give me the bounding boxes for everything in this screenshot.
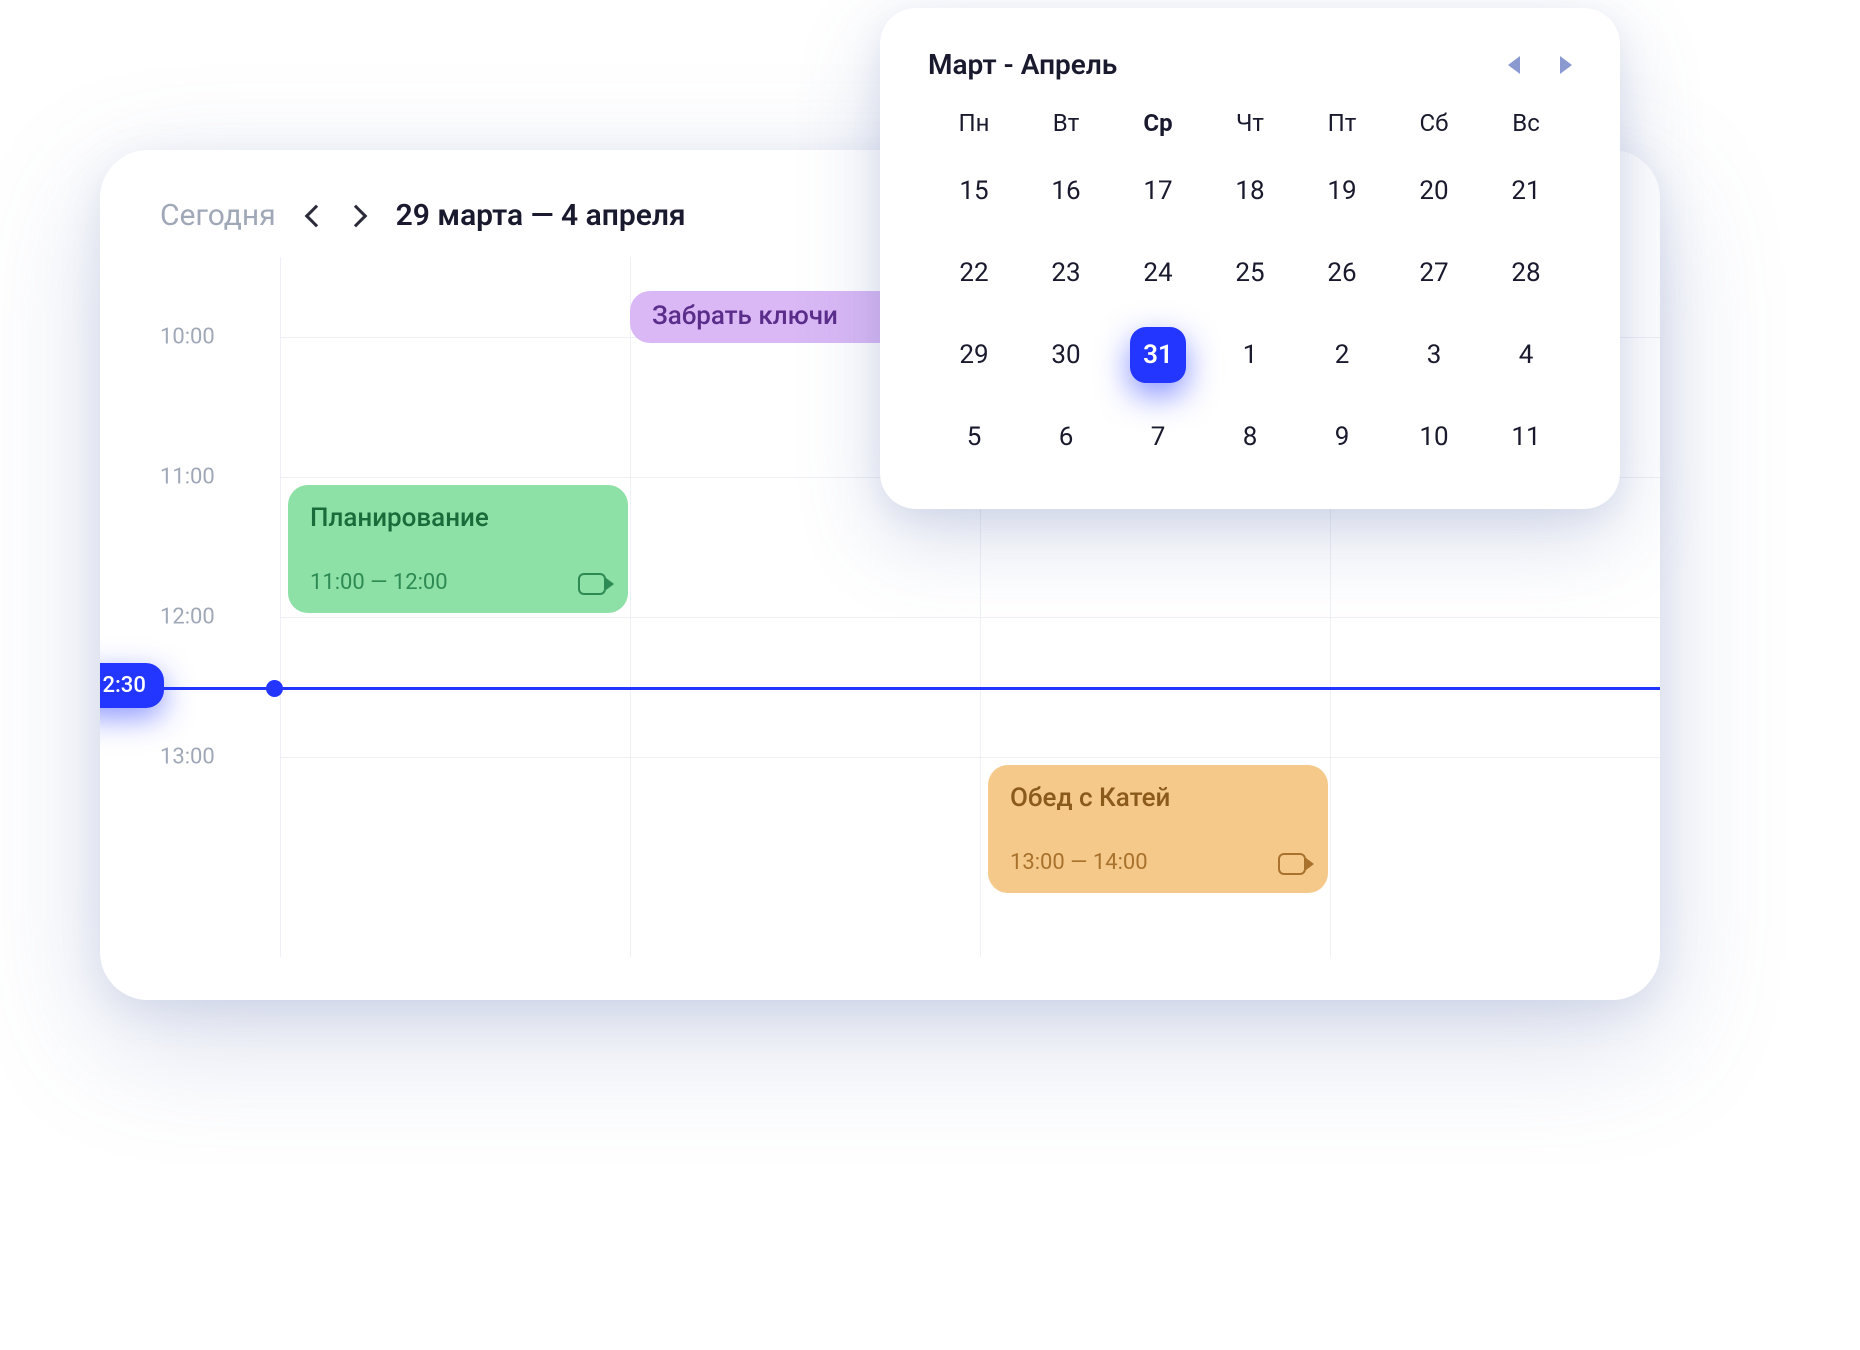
datepicker-dow: Пт: [1296, 109, 1388, 137]
datepicker-nav: [1508, 56, 1572, 74]
datepicker-grid: ПнВтСрЧтПтСбВс15161718192021222324252627…: [928, 109, 1572, 465]
datepicker-day[interactable]: 7: [1130, 409, 1186, 465]
datepicker-dow: Ср: [1112, 109, 1204, 137]
datepicker-day[interactable]: 25: [1222, 245, 1278, 301]
date-range-label: 29 марта — 4 апреля: [396, 198, 686, 233]
datepicker-day[interactable]: 8: [1222, 409, 1278, 465]
datepicker-day[interactable]: 31: [1130, 327, 1186, 383]
event-planning[interactable]: Планирование 11:00 — 12:00: [288, 485, 628, 613]
prev-month-icon[interactable]: [1508, 56, 1520, 74]
datepicker-popover: Март - Апрель ПнВтСрЧтПтСбВс151617181920…: [880, 8, 1620, 509]
datepicker-day[interactable]: 23: [1038, 245, 1094, 301]
datepicker-day[interactable]: 17: [1130, 163, 1186, 219]
datepicker-day[interactable]: 19: [1314, 163, 1370, 219]
week-nav: [308, 208, 364, 224]
datepicker-dow: Сб: [1388, 109, 1480, 137]
datepicker-day[interactable]: 20: [1406, 163, 1462, 219]
datepicker-day[interactable]: 9: [1314, 409, 1370, 465]
grid-line: [280, 617, 1660, 618]
datepicker-dow: Пн: [928, 109, 1020, 137]
event-title: Планирование: [310, 503, 606, 533]
time-label: 10:00: [160, 325, 215, 350]
prev-week-icon[interactable]: [304, 204, 327, 227]
datepicker-day[interactable]: 29: [946, 327, 1002, 383]
datepicker-day[interactable]: 15: [946, 163, 1002, 219]
datepicker-day[interactable]: 10: [1406, 409, 1462, 465]
event-time: 11:00 — 12:00: [310, 570, 448, 595]
grid-line: [630, 257, 631, 957]
datepicker-day[interactable]: 26: [1314, 245, 1370, 301]
datepicker-day[interactable]: 21: [1498, 163, 1554, 219]
datepicker-day[interactable]: 6: [1038, 409, 1094, 465]
datepicker-day[interactable]: 4: [1498, 327, 1554, 383]
datepicker-day[interactable]: 22: [946, 245, 1002, 301]
datepicker-day[interactable]: 1: [1222, 327, 1278, 383]
datepicker-header: Март - Апрель: [928, 48, 1572, 81]
datepicker-dow: Вт: [1020, 109, 1112, 137]
datepicker-dow: Чт: [1204, 109, 1296, 137]
time-label: 12:00: [160, 605, 215, 630]
time-label: 13:00: [160, 745, 215, 770]
datepicker-day[interactable]: 5: [946, 409, 1002, 465]
datepicker-day[interactable]: 30: [1038, 327, 1094, 383]
grid-line: [280, 257, 281, 957]
time-label: 11:00: [160, 465, 215, 490]
datepicker-day[interactable]: 18: [1222, 163, 1278, 219]
datepicker-day[interactable]: 2: [1314, 327, 1370, 383]
datepicker-dow: Вс: [1480, 109, 1572, 137]
datepicker-day[interactable]: 28: [1498, 245, 1554, 301]
event-lunch[interactable]: Обед с Катей 13:00 — 14:00: [988, 765, 1328, 893]
grid-line: [280, 757, 1660, 758]
today-button[interactable]: Сегодня: [160, 198, 276, 233]
video-icon: [578, 573, 606, 595]
datepicker-day[interactable]: 11: [1498, 409, 1554, 465]
datepicker-month-label: Март - Апрель: [928, 48, 1117, 81]
event-time: 13:00 — 14:00: [1010, 850, 1148, 875]
next-month-icon[interactable]: [1560, 56, 1572, 74]
datepicker-day[interactable]: 24: [1130, 245, 1186, 301]
event-title: Обед с Катей: [1010, 783, 1306, 813]
video-icon: [1278, 853, 1306, 875]
now-indicator: 12:30: [148, 687, 1660, 690]
datepicker-day[interactable]: 3: [1406, 327, 1462, 383]
datepicker-day[interactable]: 27: [1406, 245, 1462, 301]
now-time-badge: 12:30: [100, 663, 164, 708]
datepicker-day[interactable]: 16: [1038, 163, 1094, 219]
next-week-icon[interactable]: [344, 204, 367, 227]
now-dot-icon: [266, 680, 283, 697]
